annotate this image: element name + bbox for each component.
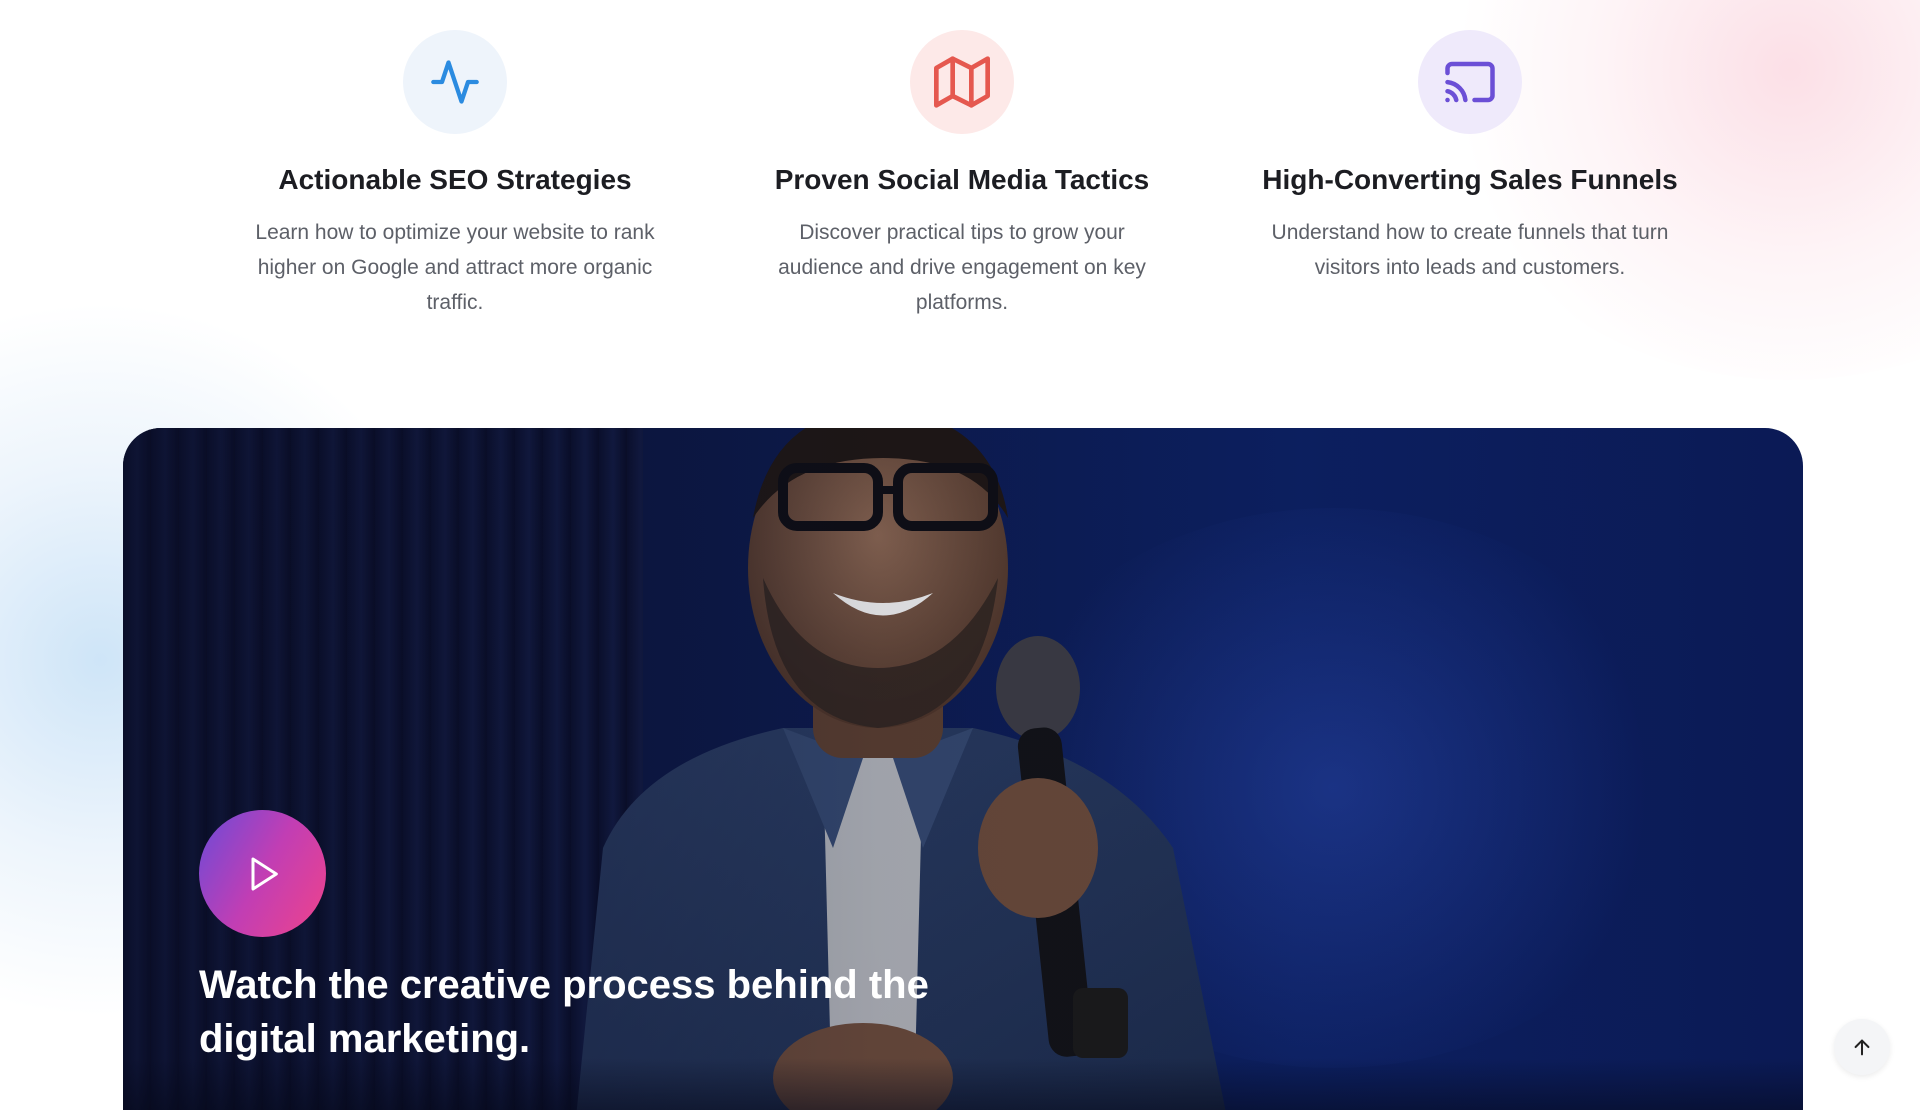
feature-title: Proven Social Media Tactics — [774, 164, 1150, 195]
feature-description: Discover practical tips to grow your aud… — [778, 221, 1146, 314]
feature-funnels: High-Converting Sales Funnels Understand… — [1260, 30, 1680, 285]
feature-title: High-Converting Sales Funnels — [1262, 164, 1678, 195]
feature-social: Proven Social Media Tactics Discover pra… — [752, 30, 1172, 320]
feature-seo: Actionable SEO Strategies Learn how to o… — [245, 30, 665, 320]
feature-description: Understand how to create funnels that tu… — [1271, 221, 1669, 279]
feature-title: Actionable SEO Strategies — [278, 164, 632, 195]
cast-icon — [1418, 30, 1522, 134]
feature-description: Learn how to optimize your website to ra… — [255, 221, 655, 314]
scroll-to-top-button[interactable] — [1834, 1019, 1890, 1075]
arrow-up-icon — [1854, 1039, 1870, 1056]
play-icon — [251, 857, 278, 890]
video-heading: Watch the creative process behind the di… — [199, 963, 929, 1061]
video-banner[interactable]: Watch the creative process behind the di… — [123, 428, 1803, 1110]
page: Actionable SEO Strategies Learn how to o… — [0, 0, 1920, 1110]
map-icon — [910, 30, 1014, 134]
features-section: Actionable SEO Strategies Learn how to o… — [0, 30, 1920, 350]
activity-icon — [403, 30, 507, 134]
play-button[interactable] — [199, 810, 326, 937]
